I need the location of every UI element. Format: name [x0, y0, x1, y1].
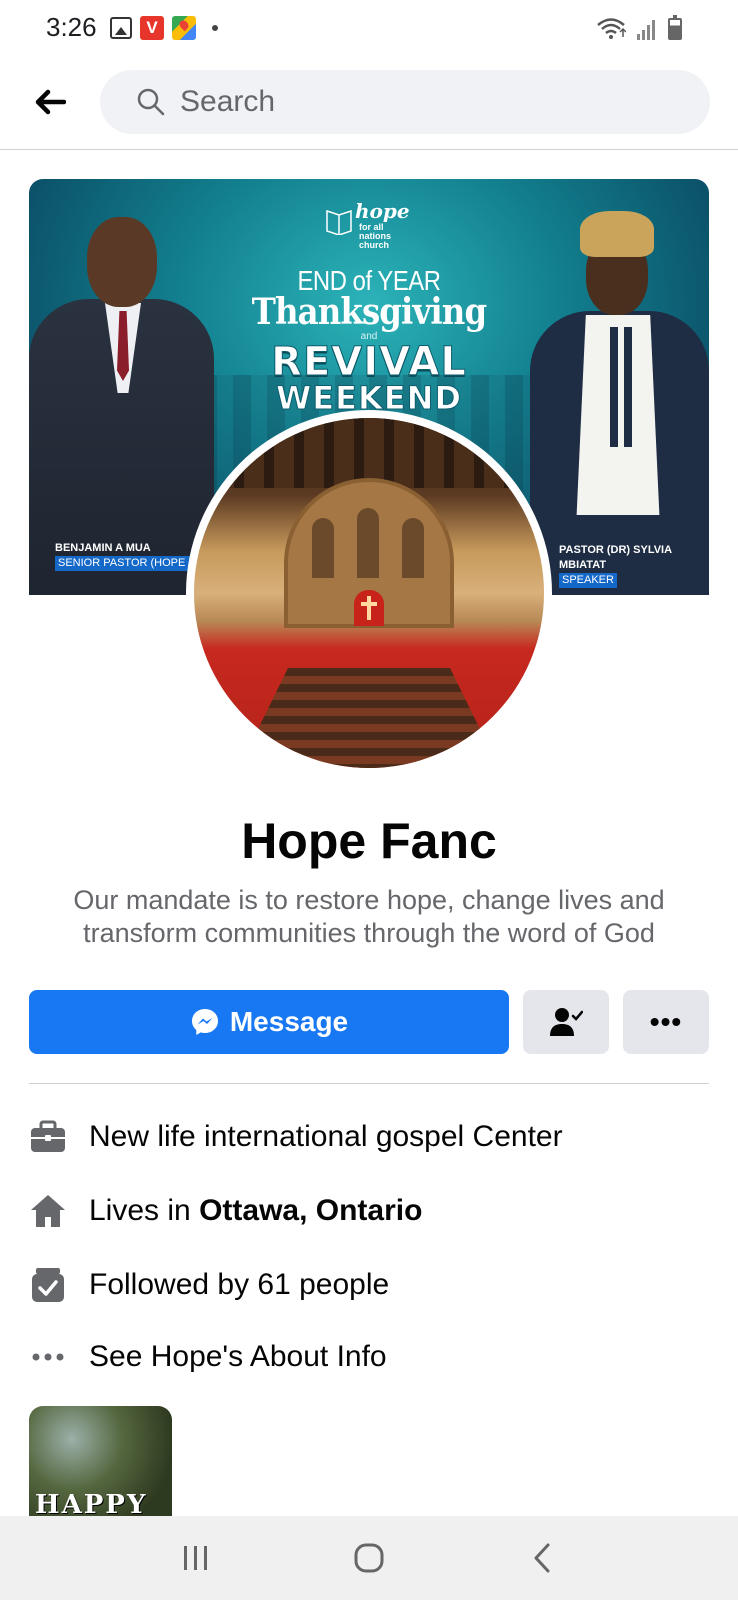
header: Search — [0, 62, 738, 150]
status-bar: 3:26 V — [0, 0, 738, 60]
home-button[interactable] — [339, 1533, 399, 1583]
wifi-icon — [597, 18, 626, 39]
profile-picture[interactable] — [186, 410, 552, 776]
status-icons-left: V — [110, 16, 218, 40]
profile-picture-image — [194, 418, 544, 768]
battery-icon — [668, 15, 682, 40]
back-nav-button[interactable] — [512, 1533, 572, 1583]
home-circle-icon — [354, 1543, 384, 1573]
search-icon — [137, 88, 165, 116]
status-time: 3:26 — [46, 12, 97, 42]
followers-check-icon — [29, 1266, 67, 1304]
logo-text: hope — [355, 199, 410, 223]
system-nav-bar — [0, 1516, 738, 1600]
logo-subtext: for all nations church — [359, 222, 392, 250]
recent-apps-icon — [184, 1546, 208, 1570]
more-dots-icon — [29, 1338, 67, 1376]
info-row-about[interactable]: See Hope's About Info — [29, 1333, 709, 1381]
info-row-location[interactable]: Lives in Ottawa, Ontario — [29, 1187, 709, 1235]
info-work-text: New life international gospel Center — [89, 1120, 563, 1153]
info-location-text: Lives in Ottawa, Ontario — [89, 1194, 423, 1227]
back-button[interactable] — [30, 82, 70, 122]
message-button[interactable]: Message — [29, 990, 509, 1054]
info-location-place[interactable]: Ottawa, Ontario — [199, 1194, 422, 1227]
search-placeholder: Search — [180, 85, 276, 118]
cover-caption-right: PASTOR (DR) SYLVIA MBIATAT SPEAKER — [559, 544, 672, 588]
image-icon — [110, 17, 132, 39]
page-bio: Our mandate is to restore hope, change l… — [73, 885, 665, 948]
arrow-left-icon — [35, 89, 66, 115]
signal-icon — [637, 20, 655, 40]
dot-icon — [212, 25, 218, 31]
featured-photo-thumbnail[interactable]: HAPPY — [29, 1406, 172, 1516]
thumbnail-text: HAPPY — [35, 1490, 148, 1516]
divider — [29, 1083, 709, 1084]
briefcase-icon — [29, 1118, 67, 1156]
more-options-button[interactable]: ••• — [623, 990, 709, 1054]
cover-title-thanksgiving: Thanksgiving — [251, 291, 487, 333]
search-input[interactable]: Search — [100, 70, 710, 134]
page-title: Hope Fanc — [241, 813, 497, 869]
follow-button[interactable] — [523, 990, 609, 1054]
status-icons-right — [596, 15, 682, 40]
messenger-icon — [191, 1009, 218, 1035]
person-check-icon — [550, 1008, 583, 1036]
recent-apps-button[interactable] — [166, 1533, 226, 1583]
more-options-icon: ••• — [649, 1006, 683, 1037]
church-logo: hope for all nations church — [325, 197, 417, 250]
info-row-followers[interactable]: Followed by 61 people — [29, 1261, 709, 1309]
info-row-work[interactable]: New life international gospel Center — [29, 1113, 709, 1161]
cover-person-left — [29, 199, 214, 595]
home-icon — [29, 1192, 67, 1230]
info-followers-text: Followed by 61 people — [89, 1268, 390, 1301]
info-about-text: See Hope's About Info — [89, 1340, 387, 1373]
cover-person-right — [524, 199, 709, 595]
message-button-label: Message — [229, 1006, 349, 1037]
vivaldi-icon: V — [140, 16, 164, 40]
chevron-left-icon — [534, 1543, 550, 1573]
maps-icon — [172, 16, 196, 40]
